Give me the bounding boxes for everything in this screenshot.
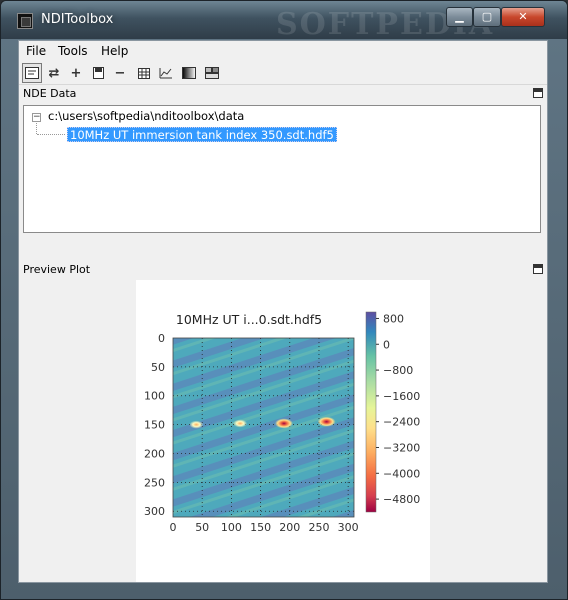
y-tick-label: 50: [151, 361, 165, 374]
hot-spot: [189, 420, 204, 429]
hot-spot: [274, 418, 293, 429]
client-area: File Tools Help ⇄ + − NDE Data − c:\user…: [18, 40, 548, 583]
colorbar-tick-label: −4000: [383, 467, 420, 480]
menu-file[interactable]: File: [26, 44, 46, 58]
x-tick-label: 150: [250, 521, 271, 534]
remove-icon[interactable]: −: [110, 63, 130, 83]
image-plot-icon[interactable]: [179, 63, 199, 83]
save-icon[interactable]: [88, 63, 108, 83]
menu-tools[interactable]: Tools: [58, 44, 88, 58]
close-button[interactable]: ✕: [501, 7, 545, 27]
line-plot-icon[interactable]: [156, 63, 176, 83]
colorbar-tick-label: 800: [383, 312, 404, 325]
hot-spot: [317, 416, 336, 427]
x-tick-label: 200: [279, 521, 300, 534]
y-tick-label: 300: [144, 505, 165, 518]
add-icon[interactable]: +: [66, 63, 86, 83]
float-panel-icon[interactable]: [533, 264, 543, 274]
y-tick-label: 200: [144, 447, 165, 460]
nde-data-tree[interactable]: − c:\users\softpedia\nditoolbox\data 10M…: [23, 105, 541, 233]
preview-plot-title: Preview Plot: [23, 263, 91, 276]
x-tick-label: 50: [195, 521, 209, 534]
colorbar-tick-label: −4800: [383, 493, 420, 506]
panel-splitter[interactable]: [19, 241, 547, 261]
colorbar-tick-label: −1600: [383, 390, 420, 403]
table-icon[interactable]: [134, 63, 154, 83]
colorbar-gradient: [365, 311, 377, 513]
x-tick-label: 300: [338, 521, 359, 534]
colorbar-tick-label: −3200: [383, 441, 420, 454]
hot-spot: [233, 419, 248, 428]
preview-icon[interactable]: [22, 63, 42, 83]
heatmap-chart: 10MHz UT i...0.sdt.hdf5 0 50 100 150 200 250 3…: [144, 311, 420, 534]
x-tick-label: 100: [221, 521, 242, 534]
tree-item-file[interactable]: 10MHz UT immersion tank index 350.sdt.hd…: [67, 127, 337, 142]
refresh-icon[interactable]: ⇄: [44, 63, 64, 83]
tree-connector: [37, 134, 65, 135]
x-tick-label: 0: [170, 521, 177, 534]
maximize-button[interactable]: ▢: [473, 7, 501, 27]
nde-data-title: NDE Data: [23, 87, 77, 100]
app-icon: [17, 13, 33, 29]
mega-plot-icon[interactable]: [202, 63, 222, 83]
plot-group: 0 50 100 150 200 250 300 0 50 100 150 200 250 300: [144, 332, 359, 534]
chart-title: 10MHz UT i...0.sdt.hdf5: [176, 312, 322, 327]
collapse-icon[interactable]: −: [32, 113, 41, 122]
nde-data-header: NDE Data: [19, 85, 547, 103]
window-title: NDIToolbox: [41, 12, 114, 27]
colorbar-tick-label: −800: [383, 364, 413, 377]
tree-connector: [36, 123, 37, 134]
preview-plot-header: Preview Plot: [19, 261, 547, 279]
y-tick-label: 0: [158, 332, 165, 345]
preview-plot-panel: 10MHz UT i...0.sdt.hdf5 0 50 100 150 200 250 3…: [19, 279, 547, 582]
colorbar: 800 0 −800 −1600 −2400 −3200 −4000 −4800: [365, 311, 420, 513]
x-tick-label: 250: [308, 521, 329, 534]
minimize-button[interactable]: ▁: [446, 7, 473, 27]
app-window: NDIToolbox SOFTPEDIA ▁ ▢ ✕ File Tools He…: [0, 0, 568, 600]
toolbar: ⇄ + −: [19, 61, 547, 85]
y-tick-label: 150: [144, 419, 165, 432]
menu-bar: File Tools Help: [19, 41, 547, 61]
menu-help[interactable]: Help: [101, 44, 128, 58]
title-bar[interactable]: NDIToolbox SOFTPEDIA ▁ ▢ ✕: [1, 1, 567, 42]
plot-canvas: 10MHz UT i...0.sdt.hdf5 0 50 100 150 200 250 3…: [136, 280, 430, 582]
colorbar-tick-label: 0: [383, 338, 390, 351]
colorbar-tick-label: −2400: [383, 416, 420, 429]
tree-root-folder[interactable]: c:\users\softpedia\nditoolbox\data: [48, 109, 244, 123]
float-panel-icon[interactable]: [533, 88, 543, 98]
y-tick-label: 250: [144, 476, 165, 489]
y-tick-label: 100: [144, 390, 165, 403]
